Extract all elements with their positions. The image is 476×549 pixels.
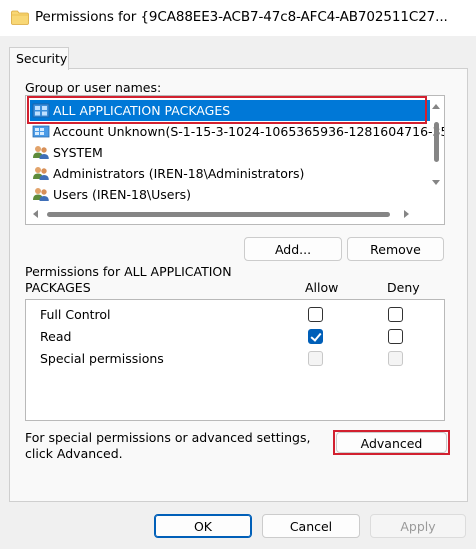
- list-item-label: Account Unknown(S-1-15-3-1024-1065365936…: [53, 124, 445, 139]
- allow-column-header: Allow: [305, 280, 339, 295]
- permission-name: Full Control: [40, 307, 111, 322]
- window-title: Permissions for {9CA88EE3-ACB7-47c8-AFC4…: [35, 9, 448, 25]
- title-bar: Permissions for {9CA88EE3-ACB7-47c8-AFC4…: [0, 0, 476, 36]
- users-group-icon: [33, 146, 49, 159]
- permission-name: Special permissions: [40, 351, 164, 366]
- list-item-label: Administrators (IREN-18\Administrators): [53, 166, 305, 181]
- vertical-scrollbar-thumb[interactable]: [434, 122, 439, 162]
- users-group-icon: [33, 167, 49, 180]
- remove-button[interactable]: Remove: [347, 237, 444, 261]
- permission-name: Read: [40, 329, 72, 344]
- list-item-label: Users (IREN-18\Users): [53, 187, 191, 202]
- users-group-icon: [33, 188, 49, 201]
- scroll-down-arrow-icon[interactable]: [432, 180, 440, 185]
- tab-security[interactable]: Security: [9, 47, 69, 70]
- list-item-label: SYSTEM: [53, 145, 103, 160]
- read-deny-checkbox[interactable]: [388, 329, 403, 344]
- apply-button[interactable]: Apply: [370, 514, 466, 538]
- list-item-account-unknown[interactable]: Account Unknown(S-1-15-3-1024-1065365936…: [30, 121, 444, 142]
- read-allow-checkbox[interactable]: [308, 329, 323, 344]
- list-item-label: ALL APPLICATION PACKAGES: [53, 103, 231, 118]
- list-item-administrators[interactable]: Administrators (IREN-18\Administrators): [30, 163, 430, 184]
- scroll-up-arrow-icon[interactable]: [432, 104, 440, 109]
- add-button[interactable]: Add...: [244, 237, 342, 261]
- special-permissions-allow-checkbox: [308, 351, 323, 366]
- horizontal-scrollbar-thumb[interactable]: [47, 212, 390, 217]
- list-item-all-application-packages[interactable]: ALL APPLICATION PACKAGES: [30, 100, 430, 121]
- scroll-right-arrow-icon[interactable]: [404, 210, 409, 218]
- tab-security-label: Security: [16, 51, 68, 66]
- app-packages-icon: [32, 103, 50, 118]
- full-control-allow-checkbox[interactable]: [308, 307, 323, 322]
- deny-column-header: Deny: [387, 280, 420, 295]
- special-permissions-deny-checkbox: [388, 351, 403, 366]
- list-item-system[interactable]: SYSTEM: [30, 142, 430, 163]
- folder-icon: [11, 10, 29, 25]
- ok-button[interactable]: OK: [154, 514, 252, 538]
- group-user-list[interactable]: ALL APPLICATION PACKAGES Account Unknown…: [25, 95, 445, 225]
- full-control-deny-checkbox[interactable]: [388, 307, 403, 322]
- group-or-user-names-label: Group or user names:: [25, 80, 162, 95]
- unknown-account-icon: [32, 125, 50, 138]
- scroll-left-arrow-icon[interactable]: [33, 210, 38, 218]
- list-item-users[interactable]: Users (IREN-18\Users): [30, 184, 430, 205]
- cancel-button[interactable]: Cancel: [262, 514, 360, 538]
- permissions-title: Permissions for ALL APPLICATION PACKAGES: [25, 264, 232, 295]
- advanced-button[interactable]: Advanced: [336, 432, 447, 453]
- advanced-help-text: For special permissions or advanced sett…: [25, 430, 311, 461]
